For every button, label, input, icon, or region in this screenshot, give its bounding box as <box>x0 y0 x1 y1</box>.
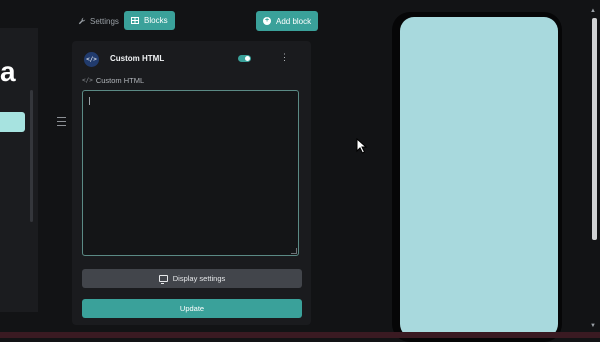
grid-icon <box>131 17 139 24</box>
left-sidebar: a <box>0 28 38 312</box>
taskbar-strip <box>0 332 600 338</box>
resize-handle[interactable] <box>291 248 297 254</box>
tab-blocks[interactable]: Blocks <box>124 11 175 30</box>
update-label: Update <box>179 304 205 313</box>
phone-preview-screen <box>400 17 558 338</box>
display-settings-label: Display settings <box>172 274 226 283</box>
update-button[interactable]: Update <box>82 299 302 318</box>
tab-blocks-label: Blocks <box>144 16 168 25</box>
display-settings-button[interactable]: Display settings <box>82 269 302 288</box>
field-label-text: Custom HTML <box>95 76 145 85</box>
scroll-up-icon[interactable]: ▲ <box>590 8 596 14</box>
code-icon: </> <box>84 52 99 67</box>
custom-html-textarea[interactable] <box>82 90 299 256</box>
active-nav-item[interactable] <box>0 112 25 132</box>
text-caret <box>89 97 90 105</box>
add-block-label: Add block <box>276 16 312 26</box>
block-card: </> Custom HTML ⋮ </> Custom HTML Displa… <box>72 41 311 325</box>
monitor-icon <box>158 275 168 284</box>
block-enabled-toggle[interactable] <box>238 55 251 62</box>
sidebar-scrollbar[interactable] <box>30 90 33 222</box>
scroll-down-icon[interactable]: ▼ <box>590 323 596 329</box>
tab-settings[interactable]: Settings <box>78 12 119 30</box>
plus-circle-icon: + <box>263 17 271 25</box>
app-logo: a <box>0 56 16 87</box>
tab-settings-label: Settings <box>90 16 119 26</box>
add-block-button[interactable]: + Add block <box>256 11 319 31</box>
wrench-icon <box>78 17 86 25</box>
block-title: Custom HTML <box>110 54 165 63</box>
field-label: </> Custom HTML <box>82 76 144 85</box>
kebab-icon[interactable]: ⋮ <box>280 53 289 62</box>
mouse-cursor-icon <box>356 138 368 154</box>
code-icon: </> <box>82 77 93 84</box>
drag-handle-icon[interactable] <box>57 117 66 126</box>
window-scrollbar[interactable] <box>592 18 597 240</box>
